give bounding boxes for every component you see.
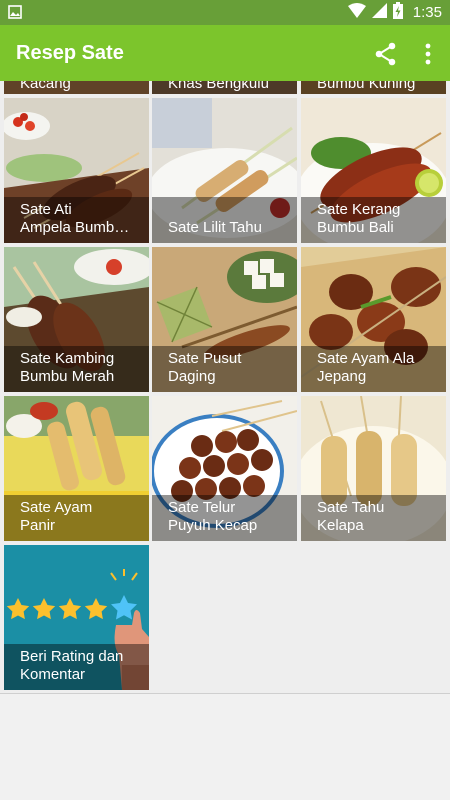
- recipe-label: Bumbu Kuning: [317, 81, 416, 92]
- recipe-tile[interactable]: Sate Telur Puyuh Kecap: [152, 396, 297, 541]
- recipe-caption: Sate Pusut Daging: [152, 346, 297, 392]
- recipe-label: Sate Lilit Tahu: [168, 219, 262, 236]
- recipe-label: Sate Telur Puyuh Kecap: [168, 499, 258, 534]
- recipe-caption: Sate Ati Ampela Bumb…: [4, 197, 149, 243]
- recipe-label: Sate Ayam Panir: [20, 499, 93, 534]
- app-bar: Resep Sate: [0, 25, 450, 81]
- rating-label: Beri Rating dan Komentar: [20, 648, 124, 683]
- rating-caption: Beri Rating dan Komentar: [4, 644, 149, 690]
- recipe-label: Sate Ayam Ala Jepang: [317, 350, 415, 385]
- recipe-caption: Sate Ayam Ala Jepang: [301, 346, 446, 392]
- recipe-label: Sate Kambing Bumbu Merah: [20, 350, 115, 385]
- recipe-tile-partial[interactable]: Kacang: [4, 81, 149, 94]
- recipe-tile[interactable]: Sate Kambing Bumbu Merah: [4, 247, 149, 392]
- recipe-caption: Sate Tahu Kelapa: [301, 495, 446, 541]
- share-icon: [375, 42, 396, 66]
- recipe-tile-partial[interactable]: Bumbu Kuning: [301, 81, 446, 94]
- recipe-label: Kacang: [20, 81, 71, 92]
- recipe-tile[interactable]: Sate Tahu Kelapa: [301, 396, 446, 541]
- recipe-caption: Sate Lilit Tahu: [152, 197, 297, 243]
- more-vert-icon: [425, 43, 431, 65]
- recipe-tile[interactable]: Sate Lilit Tahu: [152, 98, 297, 243]
- recipe-grid: Kacang Khas Bengkulu Bumbu Kuning Sate A…: [0, 81, 450, 693]
- status-bar: 1:35: [0, 0, 450, 25]
- recipe-tile[interactable]: Sate Kerang Bumbu Bali: [301, 98, 446, 243]
- recipe-tile[interactable]: Sate Ayam Panir: [4, 396, 149, 541]
- wifi-icon: [347, 2, 366, 23]
- image-notification-icon: [8, 5, 22, 24]
- app-title: Resep Sate: [16, 42, 124, 64]
- recipe-label: Sate Tahu Kelapa: [317, 499, 385, 534]
- signal-icon: [371, 2, 387, 23]
- more-options-button[interactable]: [416, 40, 440, 68]
- recipe-caption: Sate Kambing Bumbu Merah: [4, 346, 149, 392]
- recipe-label: Sate Ati Ampela Bumb…: [20, 201, 130, 236]
- recipe-label: Sate Kerang Bumbu Bali: [317, 201, 401, 236]
- empty-footer-area: [0, 694, 450, 800]
- recipe-label: Sate Pusut Daging: [168, 350, 242, 385]
- battery-charging-icon: [392, 1, 403, 24]
- recipe-caption: Sate Ayam Panir: [4, 495, 149, 541]
- share-button[interactable]: [372, 40, 400, 68]
- recipe-caption: Sate Telur Puyuh Kecap: [152, 495, 297, 541]
- recipe-caption: Sate Kerang Bumbu Bali: [301, 197, 446, 243]
- recipe-tile[interactable]: Sate Ati Ampela Bumb…: [4, 98, 149, 243]
- rating-tile[interactable]: Beri Rating dan Komentar: [4, 545, 149, 690]
- recipe-tile[interactable]: Sate Ayam Ala Jepang: [301, 247, 446, 392]
- status-time: 1:35: [412, 4, 442, 21]
- recipe-tile[interactable]: Sate Pusut Daging: [152, 247, 297, 392]
- recipe-tile-partial[interactable]: Khas Bengkulu: [152, 81, 297, 94]
- recipe-label: Khas Bengkulu: [168, 81, 269, 92]
